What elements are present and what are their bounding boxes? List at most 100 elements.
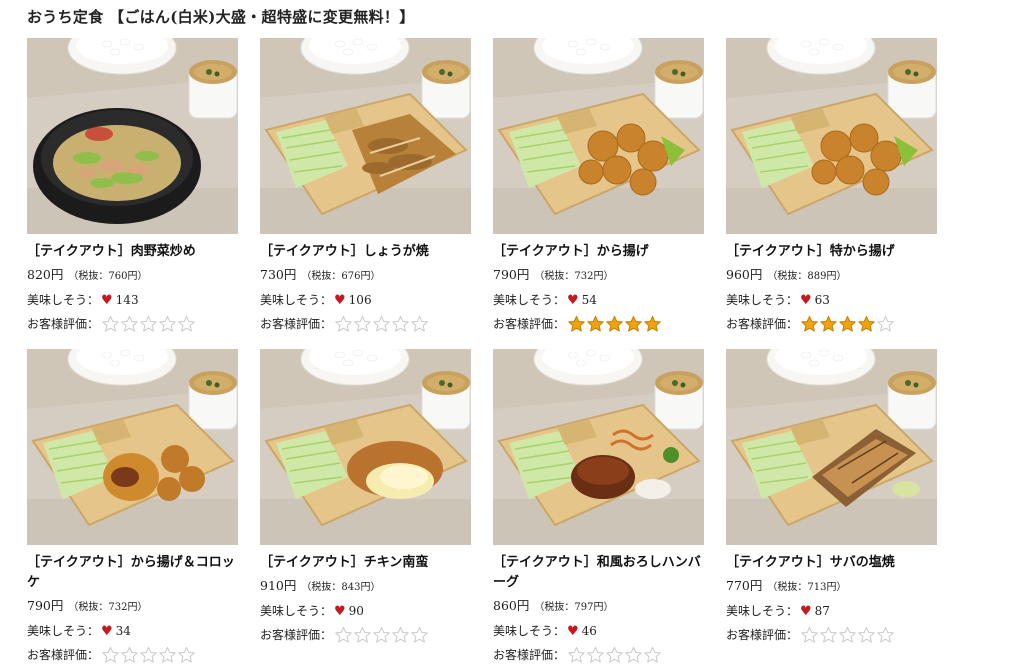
star-filled-icon[interactable] [819,315,838,333]
product-price: 960円 （税抜：889円） [726,267,937,285]
star-rating[interactable] [567,646,662,664]
product-photo[interactable] [27,38,238,234]
star-empty-icon[interactable] [838,626,857,644]
star-empty-icon[interactable] [567,646,586,664]
product-name-link[interactable]: ［テイクアウト］から揚げ [493,242,704,262]
price-with-tax: 860円 [493,598,530,613]
star-empty-icon[interactable] [120,646,139,664]
star-empty-icon[interactable] [101,315,120,333]
product-name-link[interactable]: ［テイクアウト］特から揚げ [726,242,937,262]
heart-icon[interactable]: ♥ [334,604,346,619]
product-card[interactable]: ［テイクアウト］から揚げ 790円 （税抜：732円） 美味しそう： ♥ 54 お客様評価： [493,38,704,333]
heart-icon[interactable]: ♥ [101,293,113,308]
star-empty-icon[interactable] [410,626,429,644]
star-empty-icon[interactable] [876,315,895,333]
star-filled-icon[interactable] [838,315,857,333]
star-empty-icon[interactable] [410,315,429,333]
star-rating[interactable] [800,315,895,333]
star-empty-icon[interactable] [800,626,819,644]
heart-icon[interactable]: ♥ [800,293,812,308]
product-photo[interactable] [260,349,471,545]
star-empty-icon[interactable] [158,315,177,333]
likes-count: 54 [581,293,597,307]
price-excluding-tax: （税抜：713円） [767,582,847,593]
rating-label: お客様評価： [27,648,100,662]
star-empty-icon[interactable] [353,315,372,333]
likes-label: 美味しそう： [493,624,566,638]
product-photo[interactable] [493,38,704,234]
product-price: 910円 （税抜：843円） [260,578,471,596]
star-empty-icon[interactable] [372,315,391,333]
star-filled-icon[interactable] [643,315,662,333]
product-card[interactable]: ［テイクアウト］肉野菜炒め 820円 （税抜：760円） 美味しそう： ♥ 143 お客様評… [27,38,238,333]
product-name-continuation[interactable]: ケ [27,573,238,593]
likes-row: 美味しそう： ♥ 143 [27,292,238,309]
star-empty-icon[interactable] [372,626,391,644]
heart-icon[interactable]: ♥ [567,624,579,639]
product-photo[interactable] [726,349,937,545]
product-card[interactable]: ［テイクアウト］和風おろしハンバ ーグ 860円 （税抜：797円） 美味しそう： ♥ 46… [493,349,704,664]
star-filled-icon[interactable] [624,315,643,333]
star-rating[interactable] [334,315,429,333]
star-empty-icon[interactable] [391,315,410,333]
star-filled-icon[interactable] [567,315,586,333]
product-card[interactable]: ［テイクアウト］サバの塩焼 770円 （税抜：713円） 美味しそう： ♥ 87 お客様評価… [726,349,937,644]
star-empty-icon[interactable] [139,646,158,664]
star-empty-icon[interactable] [391,626,410,644]
product-photo[interactable] [27,349,238,545]
product-photo[interactable] [726,38,937,234]
star-filled-icon[interactable] [800,315,819,333]
product-name-link[interactable]: ［テイクアウト］から揚げ＆コロッ [27,553,238,573]
star-filled-icon[interactable] [605,315,624,333]
star-empty-icon[interactable] [876,626,895,644]
star-rating[interactable] [101,315,196,333]
star-filled-icon[interactable] [857,315,876,333]
star-empty-icon[interactable] [101,646,120,664]
star-empty-icon[interactable] [158,646,177,664]
star-rating[interactable] [800,626,895,644]
likes-row: 美味しそう： ♥ 106 [260,292,471,309]
heart-icon[interactable]: ♥ [101,624,113,639]
likes-label: 美味しそう： [260,293,333,307]
product-name-continuation[interactable]: ーグ [493,573,704,593]
product-name-link[interactable]: ［テイクアウト］しょうが焼 [260,242,471,262]
star-empty-icon[interactable] [177,646,196,664]
star-empty-icon[interactable] [334,315,353,333]
product-name-link[interactable]: ［テイクアウト］サバの塩焼 [726,553,937,573]
product-name-link[interactable]: ［テイクアウト］和風おろしハンバ [493,553,704,573]
product-name-link[interactable]: ［テイクアウト］肉野菜炒め [27,242,238,262]
heart-icon[interactable]: ♥ [334,293,346,308]
star-empty-icon[interactable] [177,315,196,333]
heart-icon[interactable]: ♥ [800,604,812,619]
star-rating[interactable] [567,315,662,333]
heart-icon[interactable]: ♥ [567,293,579,308]
product-card[interactable]: ［テイクアウト］しょうが焼 730円 （税抜：676円） 美味しそう： ♥ 106 お客様評… [260,38,471,333]
product-card[interactable]: ［テイクアウト］から揚げ＆コロッケ 790円 （税抜：732円） 美味しそう： ♥ 34 お… [27,349,238,664]
star-empty-icon[interactable] [857,626,876,644]
star-empty-icon[interactable] [334,626,353,644]
page: おうち定食 【ごはん(白米)大盛・超特盛に変更無料！】 ［テイクアウト］肉野菜炒… [0,0,1024,663]
star-rating[interactable] [101,646,196,664]
star-empty-icon[interactable] [120,315,139,333]
star-empty-icon[interactable] [643,646,662,664]
star-empty-icon[interactable] [353,626,372,644]
star-empty-icon[interactable] [586,646,605,664]
star-empty-icon[interactable] [139,315,158,333]
star-empty-icon[interactable] [605,646,624,664]
product-name-link[interactable]: ［テイクアウト］チキン南蛮 [260,553,471,573]
likes-count: 87 [814,604,830,618]
product-photo[interactable] [493,349,704,545]
product-card[interactable]: ［テイクアウト］特から揚げ 960円 （税抜：889円） 美味しそう： ♥ 63 お客様評価… [726,38,937,333]
product-card[interactable]: ［テイクアウト］チキン南蛮 910円 （税抜：843円） 美味しそう： ♥ 90 お客様評価… [260,349,471,644]
rating-row: お客様評価： [27,315,238,333]
star-filled-icon[interactable] [586,315,605,333]
product-photo[interactable] [260,38,471,234]
rating-label: お客様評価： [726,317,799,331]
price-excluding-tax: （税抜：889円） [767,271,847,282]
star-empty-icon[interactable] [624,646,643,664]
price-with-tax: 820円 [27,267,64,282]
likes-label: 美味しそう： [27,293,100,307]
star-rating[interactable] [334,626,429,644]
price-with-tax: 960円 [726,267,763,282]
star-empty-icon[interactable] [819,626,838,644]
